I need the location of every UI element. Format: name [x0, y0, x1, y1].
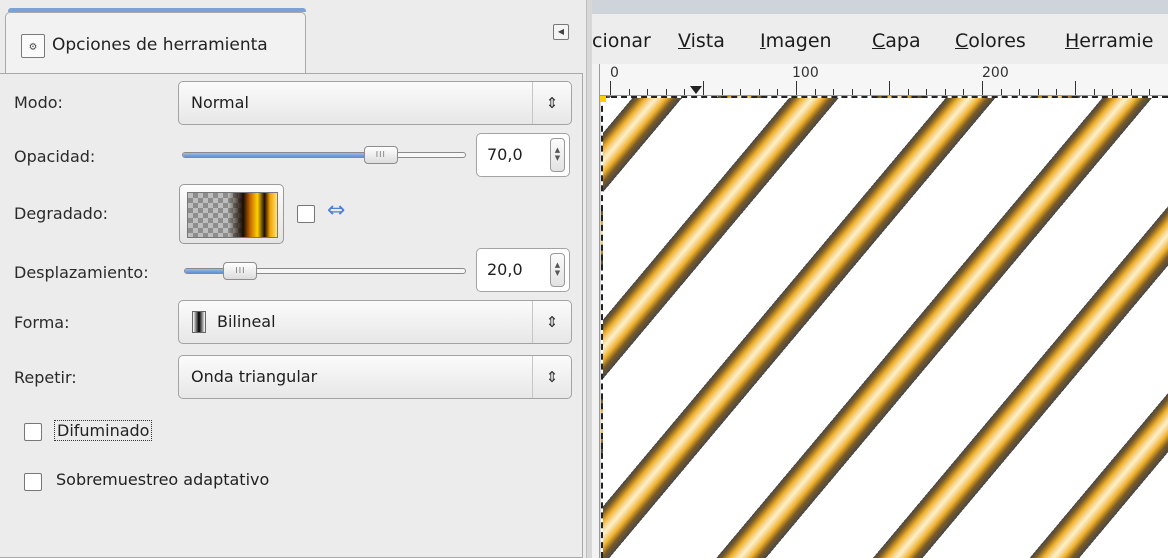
- mode-label: Modo:: [14, 93, 63, 112]
- ruler-tick: [1075, 81, 1076, 95]
- ruler-tick: [889, 81, 890, 95]
- ruler-tick: [758, 89, 760, 95]
- tab-label: Opciones de herramienta: [52, 35, 268, 55]
- opacity-label: Opacidad:: [14, 147, 96, 166]
- tool-options-dock: ⚙ Opciones de herramienta ◀ Modo: Normal…: [0, 0, 586, 558]
- ruler-tick: [740, 89, 742, 95]
- ruler-tick: [870, 89, 872, 95]
- gradient-preview-button[interactable]: [179, 184, 284, 244]
- window-title-bar: [592, 0, 1168, 14]
- gradient-label: Degradado:: [14, 204, 108, 223]
- ruler-tick: [796, 81, 797, 95]
- ruler-tick: [814, 89, 816, 95]
- offset-slider-handle[interactable]: III: [223, 262, 258, 280]
- ruler-tick: [833, 89, 835, 95]
- opacity-slider[interactable]: [182, 152, 466, 158]
- ruler-tick: [703, 81, 704, 95]
- bilinear-shape-icon: [192, 311, 206, 333]
- adaptive-supersampling-label[interactable]: Sobremuestreo adaptativo: [56, 470, 269, 489]
- mode-select[interactable]: Normal ⇕: [178, 81, 572, 125]
- ruler-tick: [1056, 89, 1058, 95]
- ruler-label: 200: [982, 65, 1009, 81]
- ruler-tick: [851, 89, 853, 95]
- image-canvas[interactable]: [601, 96, 1168, 558]
- repeat-label: Repetir:: [14, 368, 77, 387]
- offset-spinbutton[interactable]: 20,0 ▲ ▼: [476, 248, 570, 292]
- ruler-tick: [1093, 89, 1095, 95]
- opacity-slider-fill: [183, 153, 381, 157]
- ruler-tick: [777, 89, 779, 95]
- ruler-tick: [944, 89, 946, 95]
- ruler-tick: [684, 89, 686, 95]
- layer-boundary-corner: [600, 96, 606, 102]
- ruler-tick: [907, 89, 909, 95]
- ruler-tick: [665, 89, 667, 95]
- ruler-tick: [1112, 89, 1114, 95]
- ruler-tick: [610, 81, 611, 95]
- menu-item-image[interactable]: Imagen: [760, 30, 832, 52]
- tool-options-icon: ⚙: [21, 34, 45, 58]
- ruler-tick: [1149, 89, 1151, 95]
- opacity-spinbutton[interactable]: 70,0 ▲ ▼: [476, 133, 570, 177]
- ruler-tick: [1000, 89, 1002, 95]
- menu-item-view[interactable]: Vista: [678, 30, 725, 52]
- chevron-updown-icon: ⇕: [532, 301, 571, 343]
- offset-label: Desplazamiento:: [14, 263, 149, 282]
- mode-value: Normal: [191, 93, 249, 112]
- shape-label: Forma:: [14, 313, 70, 332]
- ruler-tick: [982, 81, 983, 95]
- dither-label[interactable]: Difuminado: [54, 420, 153, 441]
- dock-menu-icon[interactable]: ◀: [553, 24, 569, 40]
- gradient-swatch: [187, 192, 278, 238]
- pointer-position-marker: [690, 86, 702, 94]
- menu-bar: cionar Vista Imagen Capa Colores Herrami…: [592, 14, 1168, 64]
- offset-value: 20,0: [487, 260, 523, 279]
- menu-item-tools[interactable]: Herramie: [1065, 30, 1153, 52]
- ruler-label: 0: [610, 65, 619, 81]
- gradient-reverse-checkbox[interactable]: [297, 205, 315, 223]
- spin-arrows-icon[interactable]: ▲ ▼: [550, 253, 565, 287]
- repeat-value: Onda triangular: [191, 367, 318, 386]
- spin-arrows-icon[interactable]: ▲ ▼: [550, 138, 565, 172]
- tool-options-panel: Modo: Normal ⇕ Opacidad: III 70,0 ▲ ▼ Deg…: [0, 73, 583, 558]
- ruler-tick: [721, 89, 723, 95]
- ruler-tick: [1019, 89, 1021, 95]
- repeat-select[interactable]: Onda triangular ⇕: [178, 355, 572, 399]
- shape-select[interactable]: Bilineal ⇕: [178, 300, 572, 344]
- horizontal-ruler[interactable]: 0 100 200: [600, 64, 1168, 96]
- shape-value: Bilineal: [217, 312, 276, 331]
- chevron-updown-icon: ⇕: [532, 356, 571, 398]
- dither-checkbox[interactable]: [24, 423, 42, 441]
- ruler-tick: [1130, 89, 1132, 95]
- ruler-tick: [926, 89, 928, 95]
- vertical-ruler[interactable]: [592, 64, 600, 558]
- chevron-updown-icon: ⇕: [532, 82, 571, 124]
- ruler-label: 100: [792, 65, 819, 81]
- menu-item-layer[interactable]: Capa: [872, 30, 921, 52]
- ruler-tick: [647, 89, 649, 95]
- tab-tool-options[interactable]: ⚙ Opciones de herramienta: [5, 12, 306, 74]
- ruler-tick: [1037, 89, 1039, 95]
- ruler-tick: [963, 89, 965, 95]
- opacity-slider-handle[interactable]: III: [363, 146, 398, 164]
- menu-item-colors[interactable]: Colores: [955, 30, 1026, 52]
- menu-item-select[interactable]: cionar: [592, 30, 651, 52]
- opacity-value: 70,0: [487, 145, 523, 164]
- ruler-tick: [628, 89, 630, 95]
- swap-arrows-icon[interactable]: ⇔: [327, 200, 345, 222]
- adaptive-supersampling-checkbox[interactable]: [24, 473, 42, 491]
